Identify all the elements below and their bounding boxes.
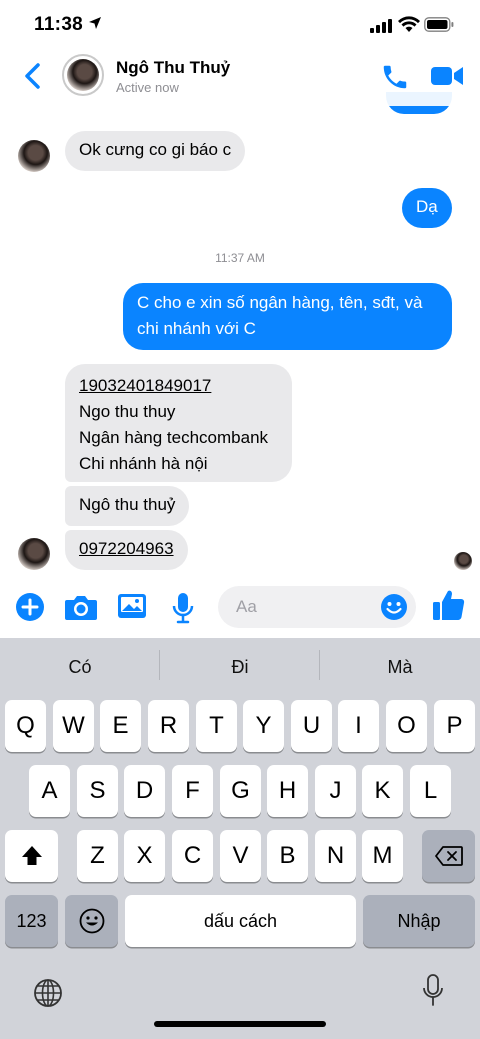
camera-icon[interactable]	[64, 592, 98, 622]
message-text: C cho e xin số ngân hàng, tên, sđt, và c…	[137, 293, 423, 338]
thumbs-up-icon[interactable]	[432, 588, 466, 622]
message-text: Dạ	[416, 197, 438, 216]
message-bubble-incoming[interactable]: 19032401849017 Ngo thu thuy Ngân hàng te…	[65, 364, 292, 482]
message-timestamp: 11:37 AM	[215, 251, 265, 265]
key-l[interactable]: L	[410, 765, 451, 817]
key-x[interactable]: X	[124, 830, 165, 882]
battery-icon	[424, 17, 454, 32]
message-input-placeholder: Aa	[236, 597, 257, 616]
key-t[interactable]: T	[196, 700, 237, 752]
key-s[interactable]: S	[77, 765, 118, 817]
key-y[interactable]: Y	[243, 700, 284, 752]
key-b[interactable]: B	[267, 830, 308, 882]
photo-gallery-icon[interactable]	[117, 592, 147, 620]
emoji-key[interactable]	[65, 895, 118, 947]
key-q[interactable]: Q	[5, 700, 46, 752]
message-composer: Aa	[0, 580, 480, 636]
key-v[interactable]: V	[220, 830, 261, 882]
message-text: Chi nhánh hà nội	[79, 454, 208, 473]
key-c[interactable]: C	[172, 830, 213, 882]
emoji-icon[interactable]	[380, 593, 408, 621]
contact-name[interactable]: Ngô Thu Thuỷ	[116, 58, 230, 78]
suggestion-2[interactable]: Đi	[160, 638, 320, 696]
message-input[interactable]: Aa	[218, 586, 416, 628]
delete-key[interactable]	[422, 830, 475, 882]
contact-status: Active now	[116, 80, 179, 95]
key-r[interactable]: R	[148, 700, 189, 752]
key-k[interactable]: K	[362, 765, 403, 817]
backspace-icon	[434, 846, 463, 866]
message-text: Ngân hàng techcombank	[79, 428, 269, 447]
keyboard: Có Đi Mà Q W E R T Y U I O P A S D F G H…	[0, 638, 480, 1039]
contact-avatar[interactable]	[62, 54, 104, 96]
sender-avatar[interactable]	[18, 140, 50, 172]
seen-receipt-avatar	[454, 552, 472, 570]
globe-icon[interactable]	[33, 978, 63, 1008]
key-g[interactable]: G	[220, 765, 261, 817]
key-z[interactable]: Z	[77, 830, 118, 882]
return-key[interactable]: Nhập	[363, 895, 475, 947]
chat-header: Ngô Thu Thuỷ Active now	[0, 50, 480, 106]
sender-avatar[interactable]	[18, 538, 50, 570]
key-i[interactable]: I	[338, 700, 379, 752]
message-bubble-outgoing[interactable]: C cho e xin số ngân hàng, tên, sđt, và c…	[123, 283, 452, 350]
key-p[interactable]: P	[434, 700, 475, 752]
key-m[interactable]: M	[362, 830, 403, 882]
key-n[interactable]: N	[315, 830, 356, 882]
message-bubble-incoming[interactable]: Ngô thu thuỷ	[65, 486, 190, 526]
key-e[interactable]: E	[100, 700, 141, 752]
dictation-microphone-icon[interactable]	[422, 974, 444, 1008]
location-arrow-icon	[89, 17, 101, 29]
suggestion-3[interactable]: Mà	[320, 638, 480, 696]
key-h[interactable]: H	[267, 765, 308, 817]
numbers-key[interactable]: 123	[5, 895, 58, 947]
message-bubble-incoming[interactable]: 0972204963	[65, 530, 188, 570]
video-call-icon[interactable]	[430, 64, 464, 88]
space-key[interactable]: dấu cách	[125, 895, 356, 947]
account-number-link[interactable]: 19032401849017	[79, 373, 278, 399]
back-chevron-icon[interactable]	[22, 62, 44, 90]
wifi-icon	[398, 16, 420, 32]
status-bar: 11:38	[0, 0, 480, 50]
message-text: Ok cưng co gi báo c	[79, 140, 232, 159]
shift-key[interactable]	[5, 830, 58, 882]
message-bubble-incoming[interactable]: Ok cưng co gi báo c	[65, 131, 246, 171]
key-d[interactable]: D	[124, 765, 165, 817]
key-j[interactable]: J	[315, 765, 356, 817]
key-u[interactable]: U	[291, 700, 332, 752]
phone-call-icon[interactable]	[380, 62, 410, 92]
home-indicator[interactable]	[154, 1021, 326, 1027]
cellular-signal-icon	[370, 19, 392, 33]
status-time: 11:38	[34, 14, 84, 35]
message-text: Ngô thu thuỷ	[79, 495, 176, 514]
microphone-icon[interactable]	[172, 592, 194, 624]
shift-icon	[21, 846, 42, 865]
key-w[interactable]: W	[53, 700, 94, 752]
suggestion-1[interactable]: Có	[0, 638, 160, 696]
key-o[interactable]: O	[386, 700, 427, 752]
emoji-icon	[79, 908, 104, 934]
key-f[interactable]: F	[172, 765, 213, 817]
plus-icon[interactable]	[15, 592, 45, 622]
message-text: Ngo thu thuy	[79, 402, 176, 421]
message-bubble-outgoing[interactable]: Dạ	[402, 188, 452, 228]
phone-number-link[interactable]: 0972204963	[79, 539, 174, 558]
key-a[interactable]: A	[29, 765, 70, 817]
